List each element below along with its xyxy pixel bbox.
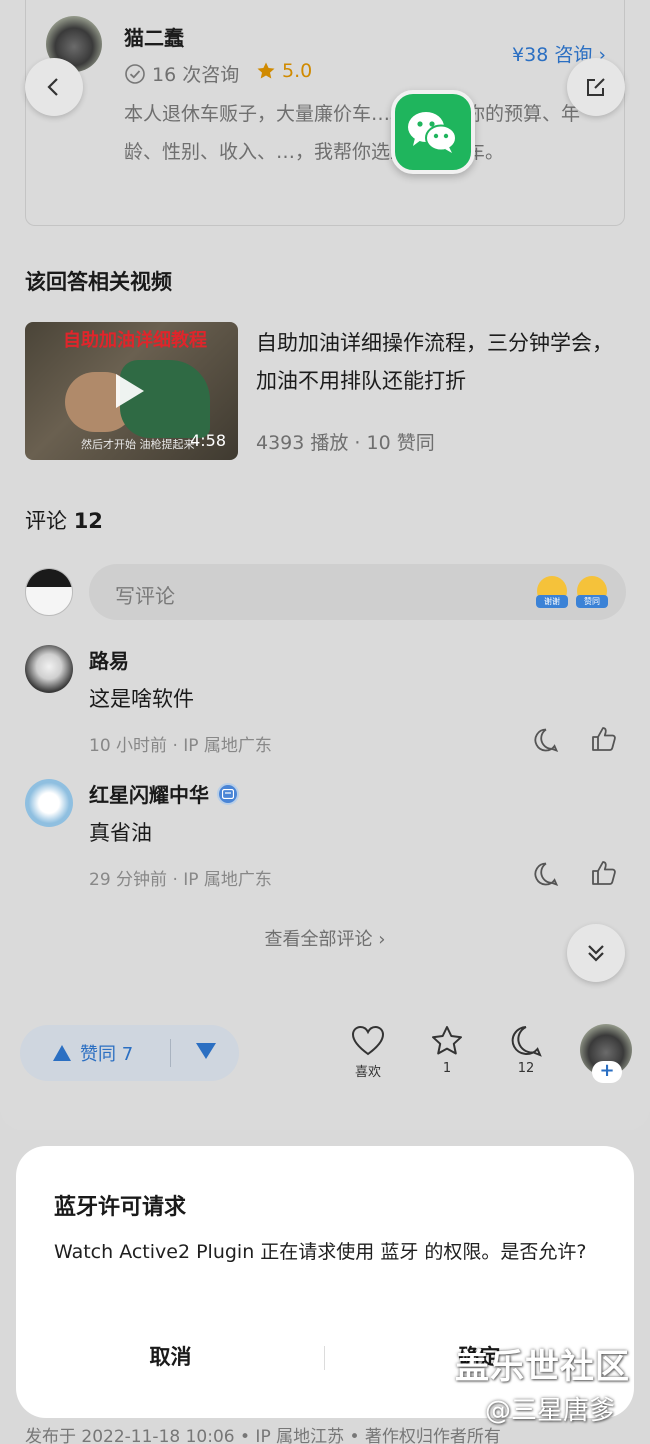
- triangle-up-icon: [53, 1045, 71, 1061]
- play-icon[interactable]: [116, 374, 144, 408]
- wechat-icon: [408, 112, 457, 153]
- chevron-left-icon: [47, 78, 58, 96]
- comment-meta: 10 小时前 · IP 属地广东: [89, 736, 272, 756]
- dialog-message: Watch Active2 Plugin 正在请求使用 蓝牙 的权限。是否允许?: [54, 1241, 587, 1263]
- comment-bubble-icon: [511, 1026, 542, 1057]
- comment-author-name[interactable]: 红星闪耀中华: [89, 779, 209, 808]
- check-circle-icon: [125, 63, 145, 84]
- video-thumb-title: 自助加油详细教程: [63, 330, 207, 351]
- author-bio: 本人退休车贩子，大量廉价车…。告诉我你的预算、年龄、性别、收入、…，我帮你选最适…: [124, 103, 581, 163]
- answer-page: 猫二蠢 16 次咨询 5.0 ¥38 咨询 › 本人退休车贩子，大量廉价车…。告…: [0, 0, 650, 1130]
- watermark-author: @三星唐爹: [485, 1396, 616, 1426]
- vote-bar: 赞同 7: [20, 1025, 239, 1081]
- upvote-label: 赞同 7: [80, 1044, 134, 1065]
- publish-meta: 发布于 2022-11-18 10:06 • IP 属地江苏 • 著作权归作者所…: [25, 1427, 501, 1444]
- comment-count: 12: [517, 1061, 535, 1076]
- comment-text: 真省油: [89, 821, 152, 845]
- related-video-heading: 该回答相关视频: [25, 270, 172, 294]
- favorite-button[interactable]: 1: [417, 1025, 477, 1076]
- author-card[interactable]: 猫二蠢 16 次咨询 5.0 ¥38 咨询 › 本人退休车贩子，大量廉价车…。告…: [25, 0, 625, 226]
- emoji-agree-tag: 赞同: [576, 595, 608, 608]
- comment-author[interactable]: 红星闪耀中华: [89, 779, 239, 808]
- emoji-agree-button[interactable]: 赞同: [576, 576, 608, 608]
- emoji-thanks-button[interactable]: 谢谢: [536, 576, 568, 608]
- comment-avatar[interactable]: [25, 645, 73, 693]
- consult-count-label: 16 次咨询: [152, 64, 240, 86]
- consult-count: 16 次咨询: [124, 60, 239, 87]
- heart-icon: [351, 1025, 385, 1056]
- my-avatar[interactable]: [25, 568, 73, 616]
- like-label: 喜欢: [354, 1065, 381, 1080]
- thumbs-up-icon[interactable]: [590, 725, 618, 753]
- comment-input-placeholder: 写评论: [115, 584, 175, 608]
- favorite-count: 1: [442, 1061, 452, 1076]
- rating-value: 5.0: [282, 60, 313, 82]
- video-meta: 4393 播放 · 10 赞同: [256, 432, 435, 454]
- upvote-button[interactable]: 赞同 7: [20, 1040, 170, 1066]
- comment-meta: 29 分钟前 · IP 属地广东: [89, 870, 272, 890]
- thumbs-up-icon[interactable]: [590, 859, 618, 887]
- video-thumbnail[interactable]: 自助加油详细教程 然后才开始 油枪提起来 4:58: [25, 322, 238, 460]
- watermark-logo: 盖乐世社区: [455, 1347, 630, 1387]
- wechat-share-button[interactable]: [391, 90, 475, 174]
- back-button[interactable]: [25, 58, 83, 116]
- scroll-down-button[interactable]: [567, 924, 625, 982]
- edit-button[interactable]: [567, 58, 625, 116]
- follow-plus-button[interactable]: +: [592, 1061, 622, 1083]
- comment-author[interactable]: 路易: [89, 645, 129, 674]
- dialog-title: 蓝牙许可请求: [54, 1195, 187, 1220]
- comments-button[interactable]: 12: [496, 1025, 556, 1076]
- triangle-down-icon: [196, 1043, 216, 1059]
- comment-text: 这是啥软件: [89, 687, 194, 711]
- emoji-thanks-tag: 谢谢: [536, 595, 568, 608]
- like-button[interactable]: 喜欢: [338, 1025, 398, 1080]
- comments-label: 评论: [25, 509, 67, 533]
- dialog-cancel-button[interactable]: 取消: [16, 1341, 325, 1371]
- reply-icon[interactable]: [533, 861, 559, 887]
- rating: 5.0: [256, 60, 312, 82]
- video-title[interactable]: 自助加油详细操作流程，三分钟学会，加油不用排队还能打折: [256, 324, 626, 400]
- double-chevron-down-icon: [588, 945, 604, 962]
- reply-icon[interactable]: [533, 727, 559, 753]
- video-duration: 4:58: [190, 431, 226, 450]
- star-icon: [257, 62, 275, 79]
- edit-icon: [587, 78, 605, 96]
- comments-header: 评论 12: [25, 505, 103, 535]
- view-all-comments-link[interactable]: 查看全部评论 ›: [0, 925, 650, 951]
- comment-author-name[interactable]: 路易: [89, 645, 129, 674]
- author-name[interactable]: 猫二蠢: [124, 22, 184, 51]
- verified-badge-icon: [217, 782, 239, 805]
- video-thumb-caption: 然后才开始 油枪提起来: [81, 438, 195, 451]
- downvote-button[interactable]: [171, 1042, 217, 1064]
- comment-input[interactable]: 写评论 谢谢 赞同: [89, 564, 626, 620]
- comment-avatar[interactable]: [25, 779, 73, 827]
- star-outline-icon: [432, 1026, 462, 1055]
- comments-count: 12: [73, 509, 103, 533]
